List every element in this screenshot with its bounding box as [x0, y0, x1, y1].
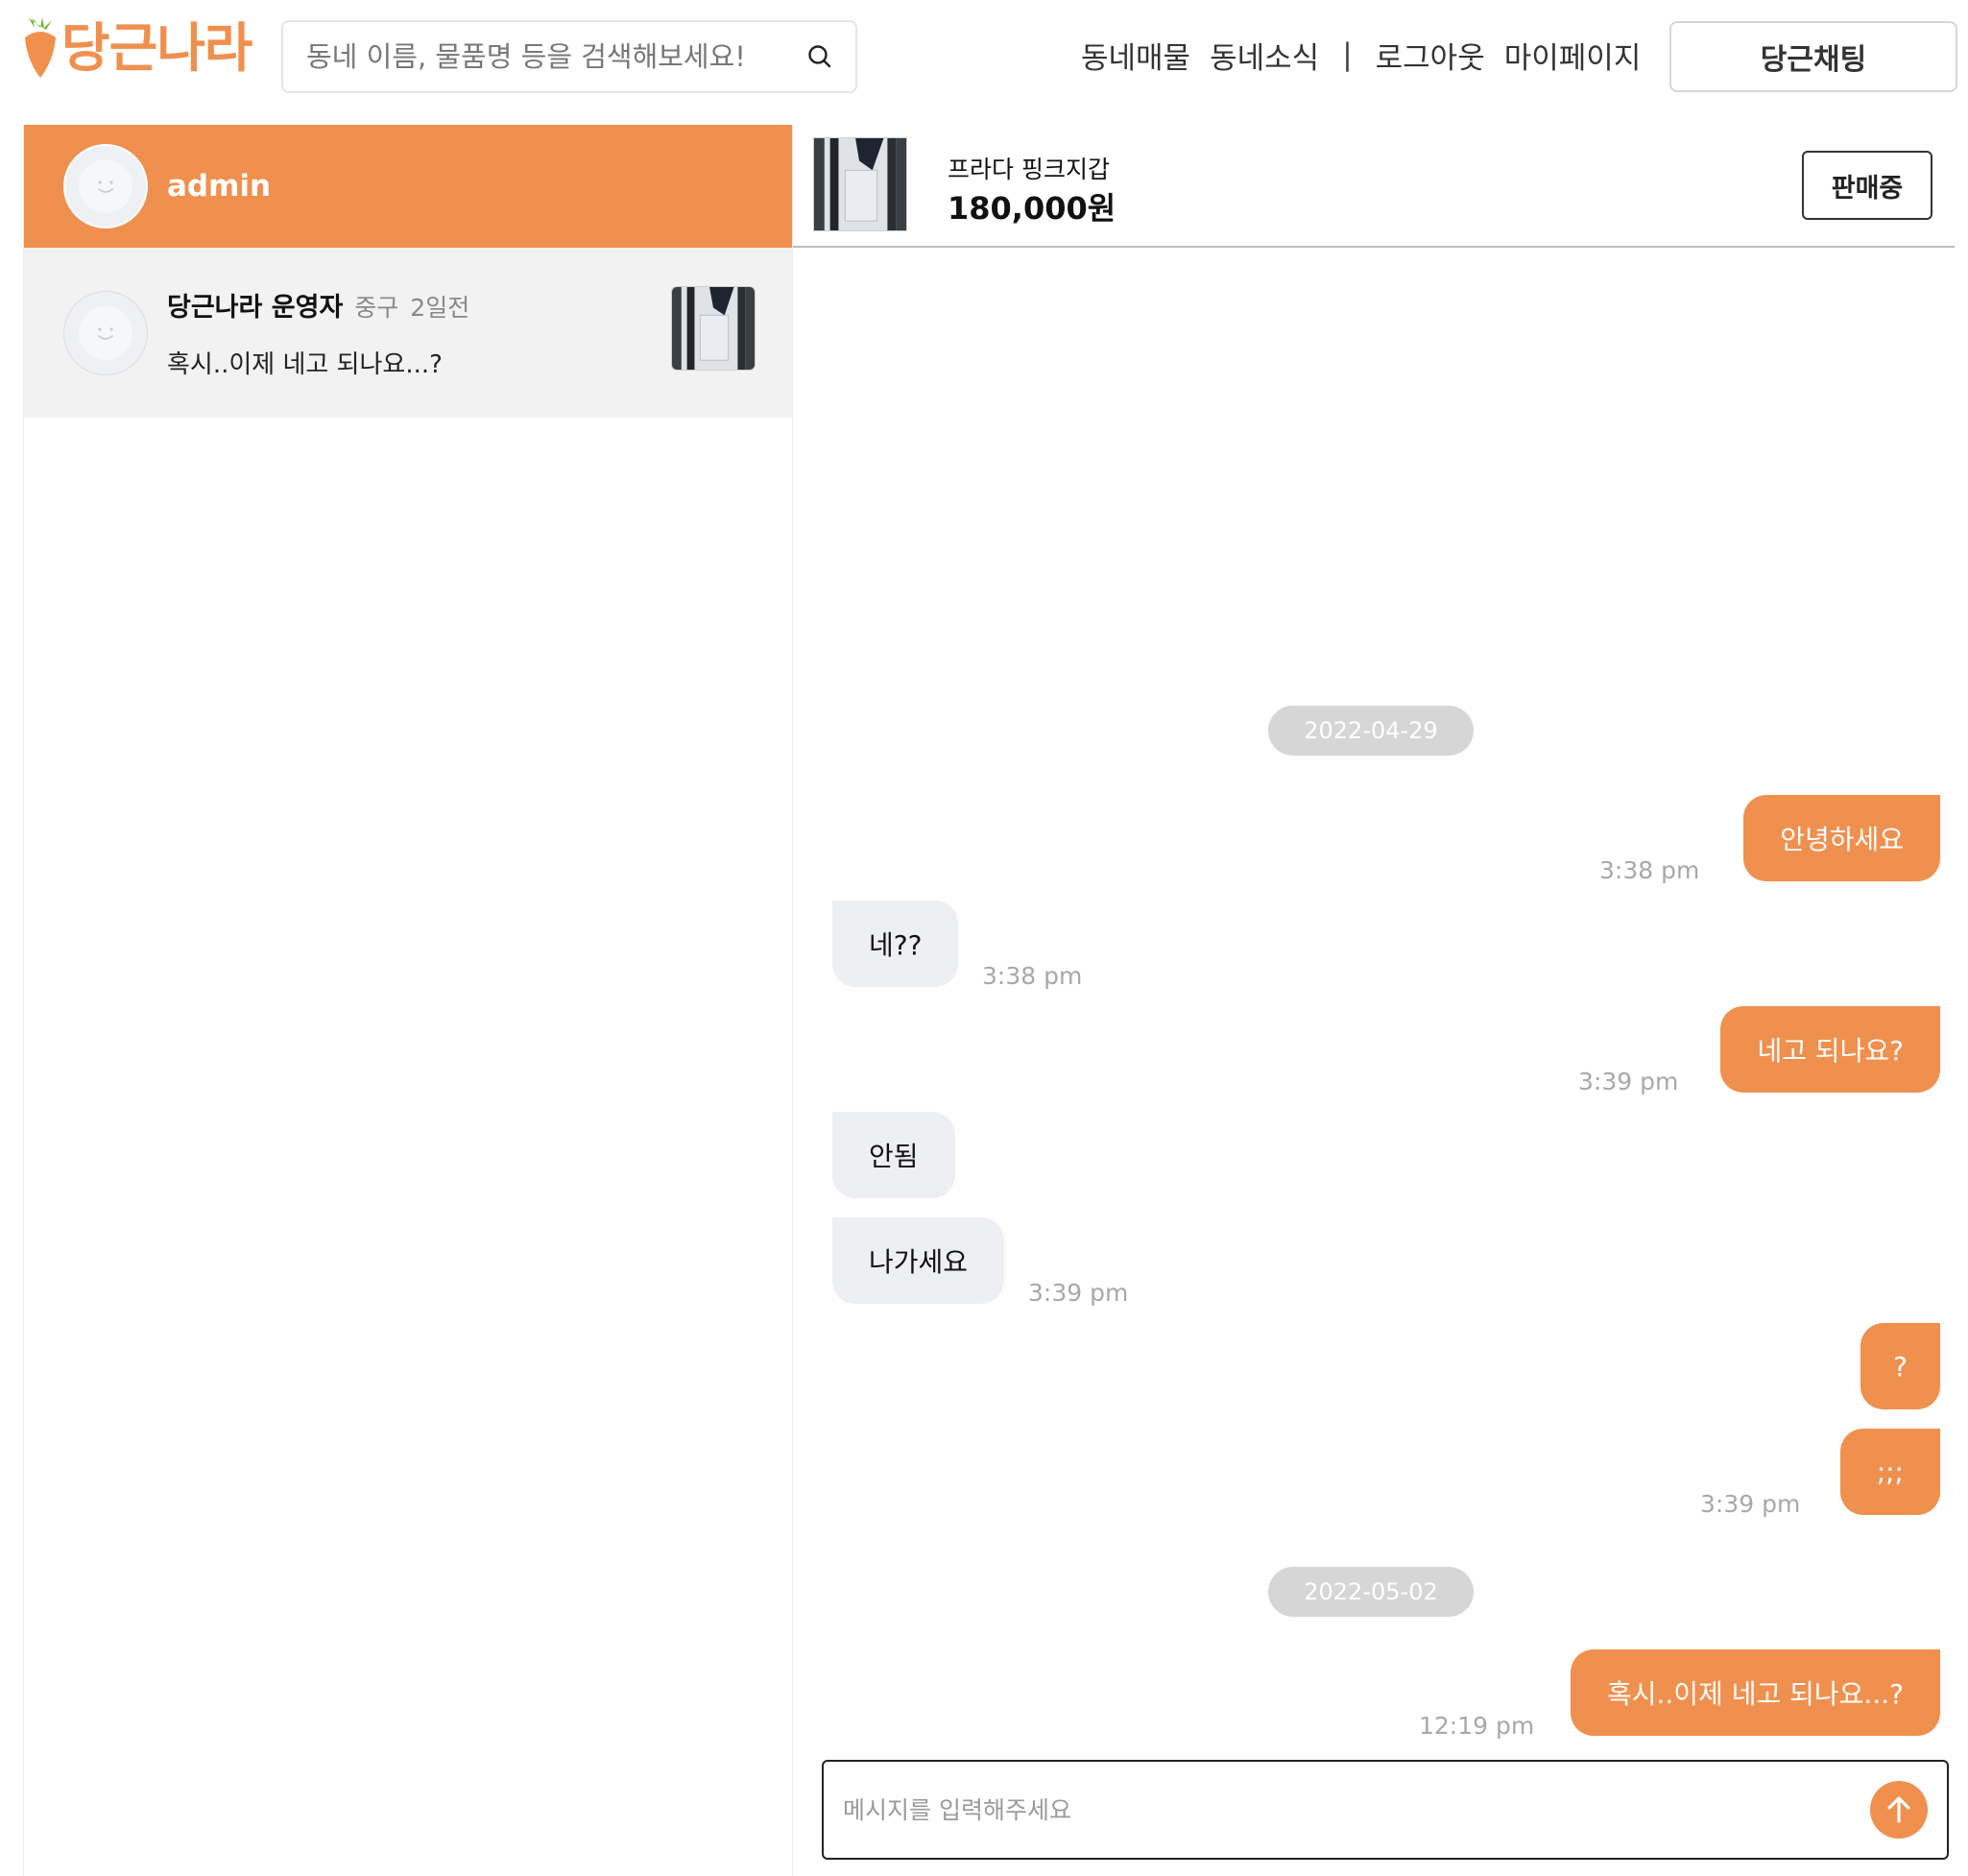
- incoming-message: 안됨: [832, 1112, 955, 1198]
- message-input[interactable]: [843, 1795, 1870, 1824]
- search-input[interactable]: [306, 40, 805, 73]
- outgoing-message: 혹시..이제 네고 되나요...?: [1570, 1649, 1940, 1736]
- chat-info: 당근나라 운영자 중구 2일전 혹시..이제 네고 되나요...?: [167, 286, 469, 380]
- send-button[interactable]: [1870, 1781, 1928, 1839]
- arrow-up-icon: [1887, 1796, 1910, 1823]
- incoming-message: 네??: [832, 901, 959, 987]
- sale-status-button[interactable]: 판매중: [1802, 151, 1932, 220]
- nav-separator: |: [1342, 37, 1353, 72]
- chat-room-panel: 프라다 핑크지갑 180,000원 판매중 2022-04-29 3:38 pm…: [793, 125, 1955, 1876]
- product-thumbnail[interactable]: [813, 137, 907, 231]
- chat-product-thumbnail: [671, 286, 756, 371]
- chat-partner-name: 당근나라 운영자: [167, 292, 344, 323]
- chat-list-panel: admin 당근나라 운영자 중구 2일전 혹시..이제 네고 되나요...?: [23, 125, 793, 1876]
- wallet-product-image: [672, 287, 755, 370]
- product-title: 프라다 핑크지갑: [948, 156, 1110, 183]
- outgoing-message: 안녕하세요: [1743, 795, 1940, 881]
- chat-list-item[interactable]: 당근나라 운영자 중구 2일전 혹시..이제 네고 되나요...?: [24, 248, 792, 418]
- nav-logout[interactable]: 로그아웃: [1376, 34, 1485, 77]
- product-price: 180,000원: [948, 190, 1116, 227]
- current-user-name: admin: [167, 169, 272, 204]
- wallet-product-image: [814, 138, 906, 230]
- outgoing-message: ;;;: [1839, 1429, 1940, 1515]
- message-composer: [822, 1760, 1949, 1860]
- date-divider: 2022-05-02: [1268, 1567, 1474, 1617]
- nav-local-news[interactable]: 동네소식: [1210, 34, 1319, 77]
- message-time: 3:38 pm: [982, 962, 1083, 990]
- carrot-logo-icon: [25, 17, 56, 78]
- nav-mypage[interactable]: 마이페이지: [1504, 34, 1642, 77]
- message-time: 12:19 pm: [1419, 1712, 1535, 1740]
- carrot-chat-button[interactable]: 당근채팅: [1669, 21, 1957, 92]
- avatar: [63, 144, 148, 228]
- product-info-bar: 프라다 핑크지갑 180,000원 판매중: [793, 125, 1955, 248]
- date-divider: 2022-04-29: [1268, 706, 1474, 756]
- search-bar[interactable]: [281, 20, 857, 93]
- current-user-bar: admin: [24, 125, 792, 248]
- chat-last-message: 혹시..이제 네고 되나요...?: [167, 349, 443, 379]
- message-time: 3:39 pm: [1578, 1068, 1679, 1095]
- default-avatar-icon: [79, 305, 132, 360]
- avatar: [63, 290, 148, 375]
- default-avatar-icon: [79, 159, 132, 213]
- logo[interactable]: 당근나라: [21, 13, 252, 83]
- message-time: 3:38 pm: [1599, 856, 1700, 884]
- nav-local-listings[interactable]: 동네매물: [1081, 34, 1190, 77]
- outgoing-message: ?: [1860, 1323, 1940, 1409]
- chat-last-time: 2일전: [410, 293, 470, 322]
- message-time: 3:39 pm: [1028, 1279, 1129, 1307]
- logo-text: 당근나라: [61, 16, 252, 79]
- top-nav: 동네매물 동네소식 | 로그아웃 마이페이지: [1081, 27, 1641, 83]
- chat-partner-location: 중구: [354, 293, 399, 322]
- search-icon[interactable]: [805, 42, 834, 71]
- message-time: 3:39 pm: [1700, 1490, 1801, 1518]
- incoming-message: 나가세요: [832, 1217, 1005, 1304]
- outgoing-message: 네고 되나요?: [1720, 1006, 1940, 1093]
